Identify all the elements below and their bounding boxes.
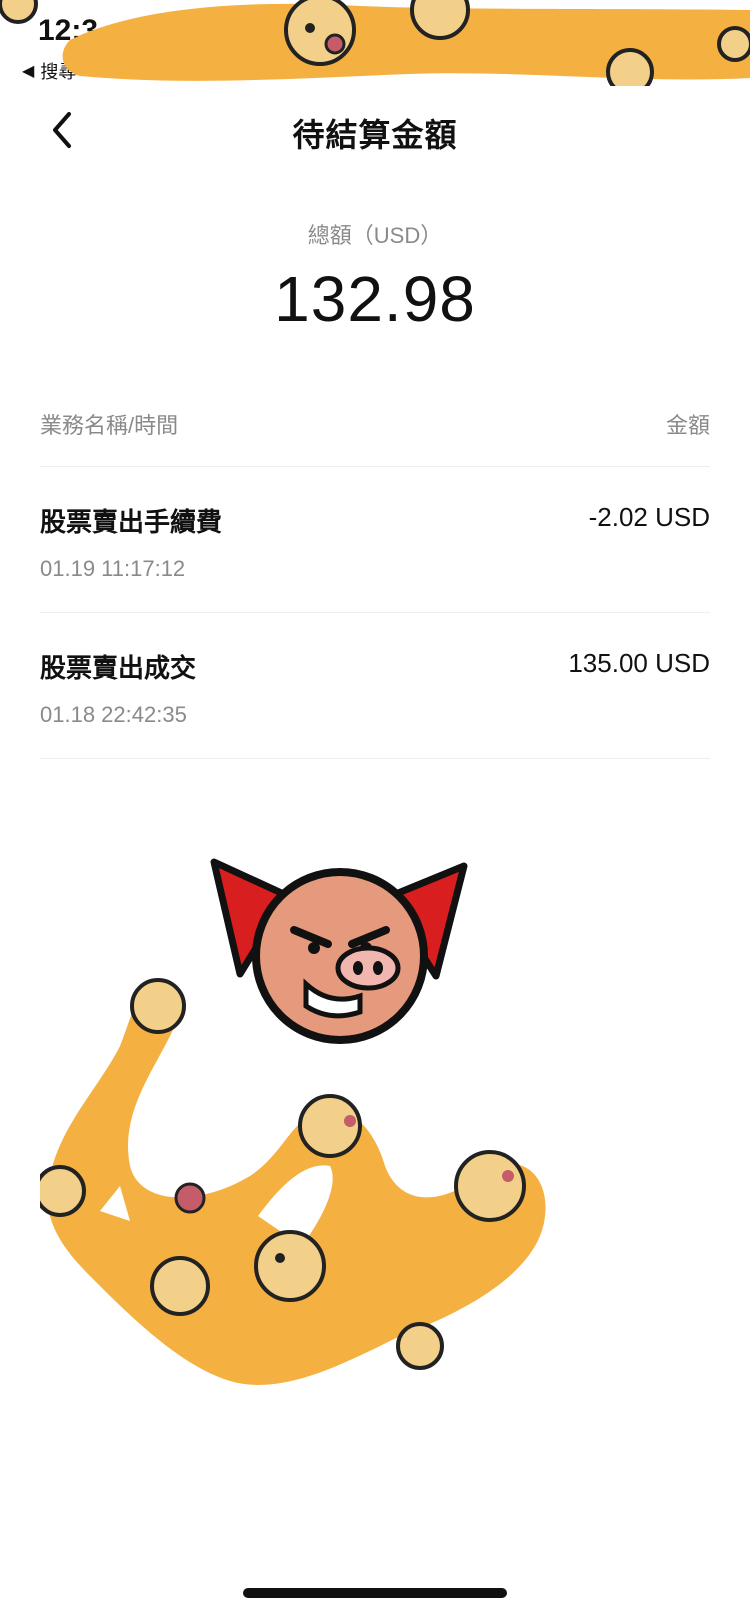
item-name: 股票賣出手續費 (40, 507, 223, 537)
item-time: 01.18 22:42:35 (40, 702, 187, 727)
shiba-scribble-bottom (40, 978, 546, 1385)
total-label: 總額（USD） (307, 223, 443, 248)
list-item[interactable]: 股票賣出手續費 01.19 11:17:12 -2.02 USD (40, 466, 710, 613)
status-bar: 12:3 ◀ 搜尋 (0, 0, 750, 86)
item-time: 01.19 11:17:12 (40, 556, 186, 581)
total-value: 132.98 (274, 263, 476, 335)
list-header: 業務名稱/時間 金額 (40, 396, 710, 467)
page-title: 待結算金額 (292, 117, 458, 153)
header-business-name-time: 業務名稱/時間 (40, 413, 179, 438)
nav-bar: 待結算金額 (0, 96, 750, 168)
item-name: 股票賣出成交 (40, 653, 197, 683)
header-amount: 金額 (665, 413, 710, 438)
item-amount: 135.00 USD (568, 648, 710, 678)
item-amount: -2.02 USD (588, 502, 710, 532)
home-indicator[interactable] (243, 1588, 507, 1598)
shiba-scribble-top (0, 0, 750, 86)
list-item[interactable]: 股票賣出成交 01.18 22:42:35 135.00 USD (40, 612, 710, 759)
